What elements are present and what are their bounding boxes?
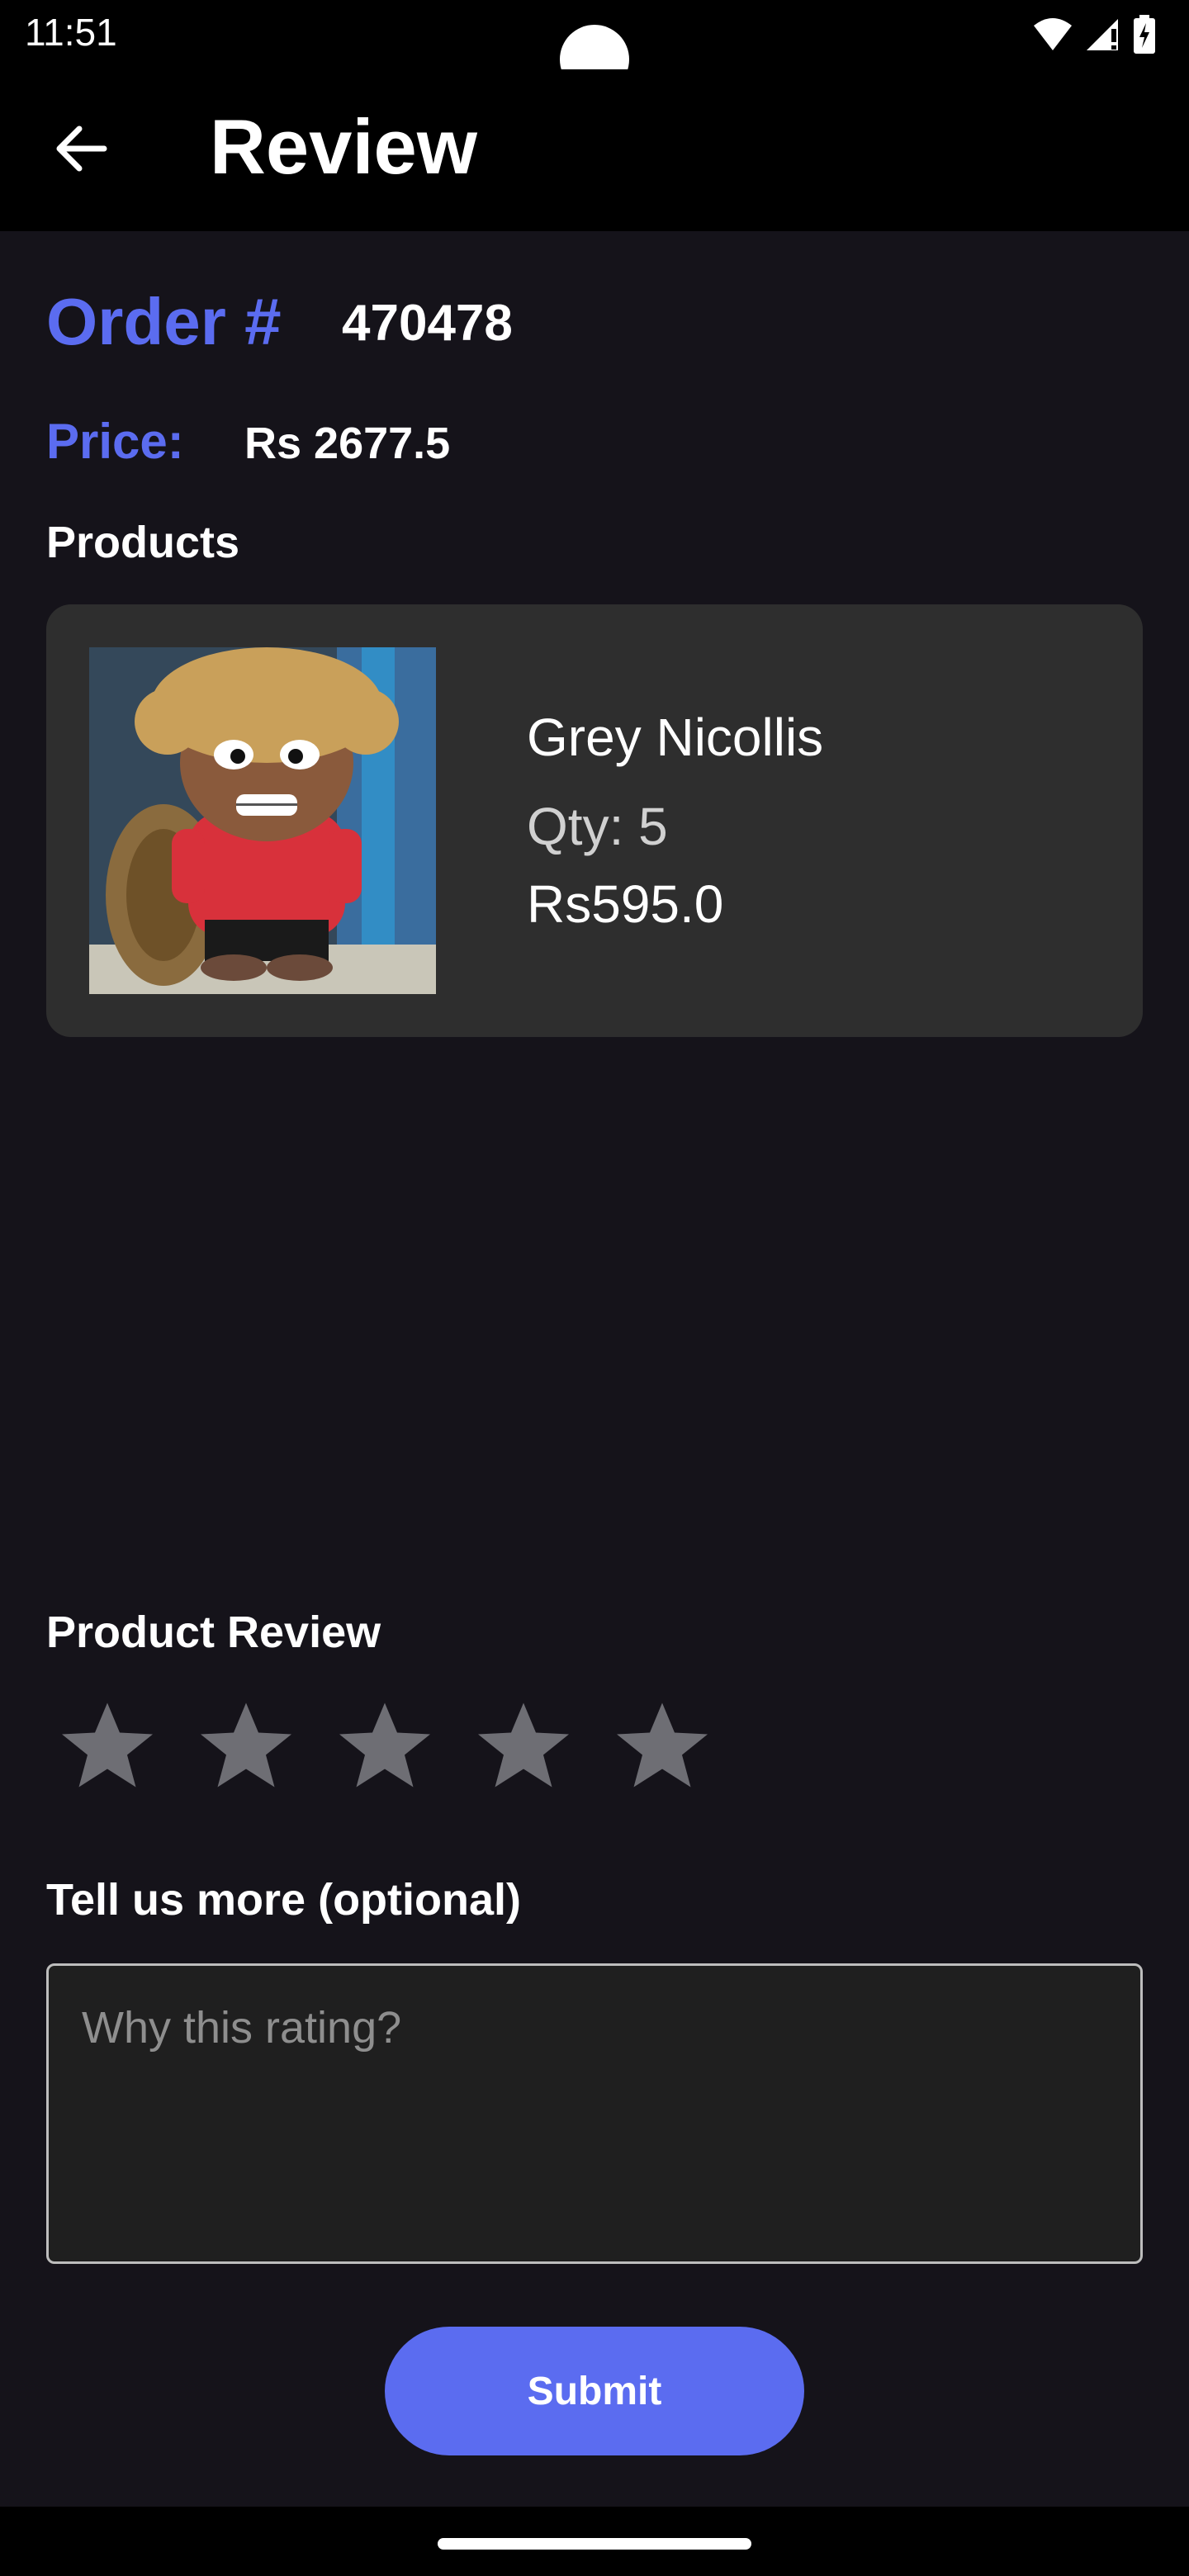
product-image: [89, 647, 436, 994]
home-indicator[interactable]: [438, 2538, 751, 2550]
page-title: Review: [210, 103, 477, 190]
status-icons: [1032, 15, 1156, 59]
tell-us-more-label: Tell us more (optional): [46, 1875, 522, 1925]
review-screen: 11:51 Review Order # 470478 Price: Rs 26…: [0, 0, 1189, 2576]
order-label: Order #: [46, 285, 282, 358]
back-button[interactable]: [46, 116, 116, 185]
review-text-input[interactable]: [46, 1963, 1143, 2264]
battery-icon: [1133, 15, 1156, 59]
app-bar: Review: [0, 69, 1189, 231]
star-4-icon[interactable]: [469, 1693, 578, 1802]
back-arrow-icon: [54, 125, 107, 176]
product-price: Rs595.0: [527, 874, 724, 934]
navigation-bar: [0, 2507, 1189, 2576]
order-number: 470478: [342, 295, 513, 352]
products-heading: Products: [46, 518, 240, 567]
star-2-icon[interactable]: [192, 1693, 301, 1802]
star-rating: [53, 1693, 717, 1802]
wifi-icon: [1032, 17, 1073, 56]
signal-icon: [1085, 17, 1121, 56]
product-review-heading: Product Review: [46, 1608, 381, 1657]
status-time: 11:51: [25, 11, 117, 54]
star-5-icon[interactable]: [608, 1693, 717, 1802]
price-label: Price:: [46, 414, 184, 469]
product-card[interactable]: Grey Nicollis Qty: 5 Rs595.0: [46, 604, 1143, 1037]
status-bar: 11:51: [0, 0, 1189, 94]
product-quantity: Qty: 5: [527, 797, 668, 856]
product-name: Grey Nicollis: [527, 708, 824, 767]
star-3-icon[interactable]: [330, 1693, 439, 1802]
star-1-icon[interactable]: [53, 1693, 162, 1802]
submit-button[interactable]: Submit: [385, 2327, 804, 2455]
order-price: Rs 2677.5: [244, 419, 451, 468]
